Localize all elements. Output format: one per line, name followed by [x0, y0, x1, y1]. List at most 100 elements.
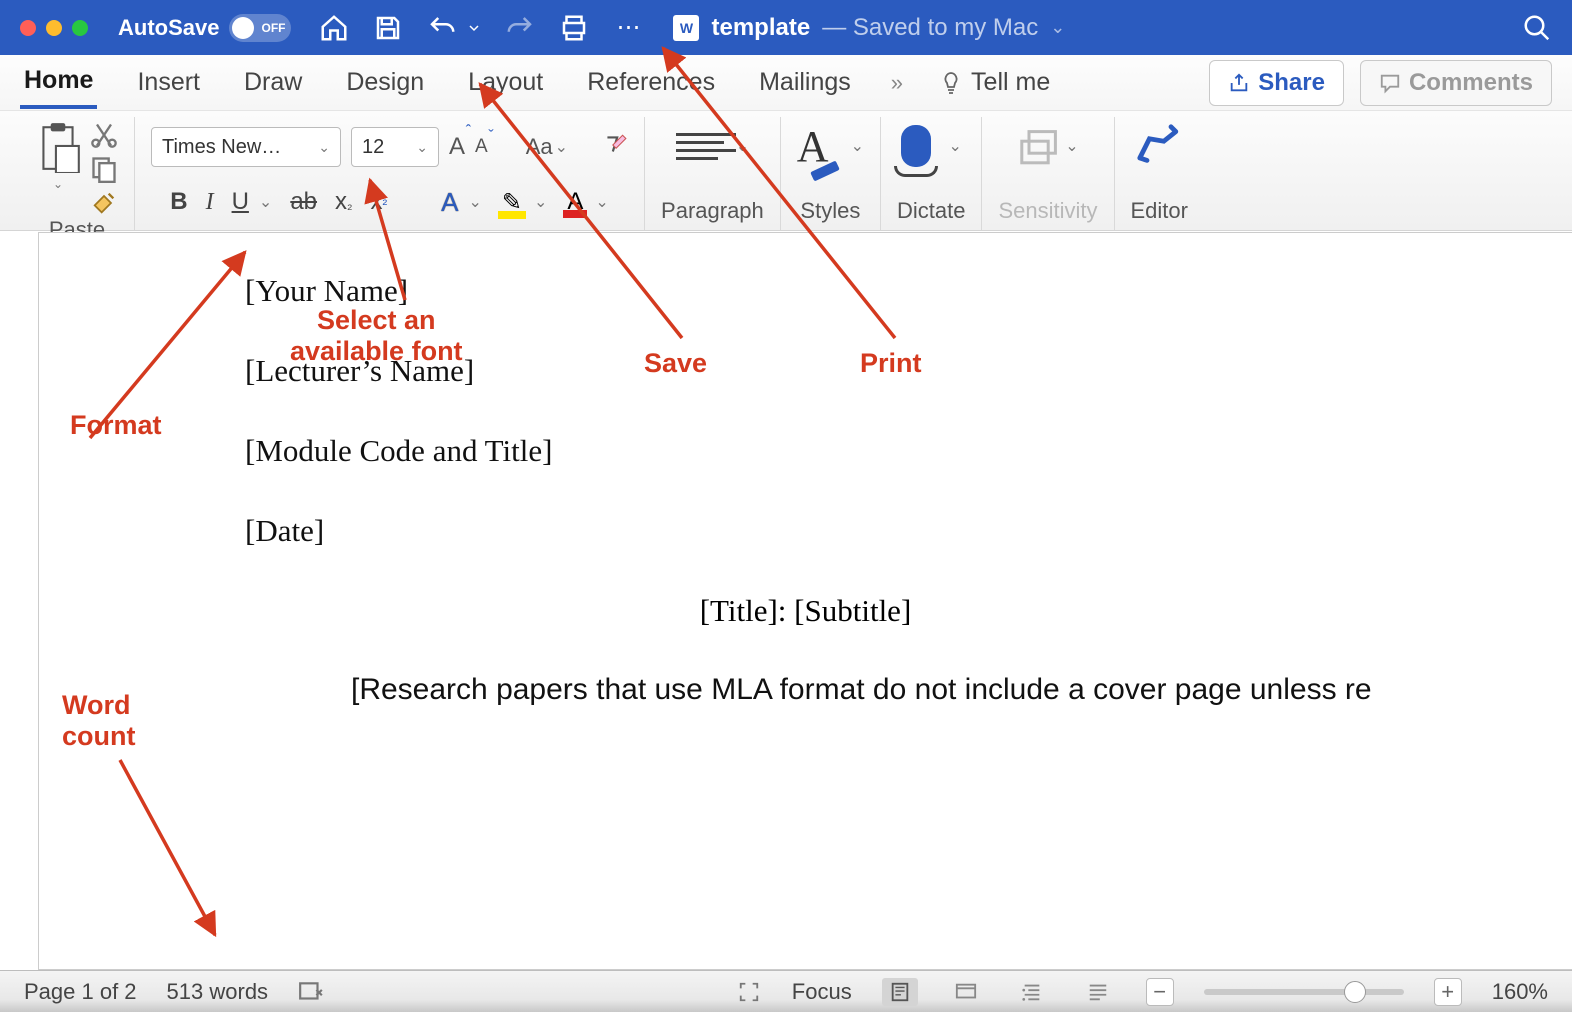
styles-icon[interactable]: A	[797, 121, 829, 172]
zoom-slider[interactable]	[1204, 989, 1404, 995]
print-layout-view-icon[interactable]	[882, 978, 918, 1006]
share-button[interactable]: Share	[1209, 60, 1344, 106]
draft-view-icon[interactable]	[1080, 978, 1116, 1006]
doc-body-line[interactable]: [Research papers that use MLA format do …	[245, 673, 1572, 707]
zoom-in-button[interactable]: +	[1434, 978, 1462, 1006]
save-icon[interactable]	[373, 13, 403, 43]
zoom-out-button[interactable]: −	[1146, 978, 1174, 1006]
tell-me-search[interactable]: Tell me	[939, 68, 1050, 97]
clear-formatting-icon[interactable]	[602, 132, 628, 163]
search-icon[interactable]	[1522, 13, 1552, 43]
more-icon[interactable]: ⋯	[613, 13, 643, 43]
doc-line[interactable]: [Lecturer’s Name]	[245, 353, 1572, 389]
page-indicator[interactable]: Page 1 of 2	[24, 979, 137, 1005]
tab-design[interactable]: Design	[342, 58, 428, 107]
document-canvas[interactable]: [Your Name] [Lecturer’s Name] [Module Co…	[38, 232, 1572, 970]
ribbon-tabs: Home Insert Draw Design Layout Reference…	[0, 55, 1572, 111]
chevron-down-icon[interactable]: ⌄	[595, 192, 608, 212]
chevron-down-icon[interactable]: ⌄	[851, 136, 864, 156]
superscript-button[interactable]: x	[370, 188, 387, 216]
web-layout-view-icon[interactable]	[948, 978, 984, 1006]
doc-title-line[interactable]: [Title]: [Subtitle]	[39, 593, 1572, 629]
format-painter-icon[interactable]	[90, 189, 118, 217]
chevron-down-icon[interactable]: ⌄	[259, 192, 272, 212]
autosave-toggle[interactable]: OFF	[229, 14, 291, 42]
chevron-down-icon[interactable]: ⌄	[468, 192, 481, 212]
print-icon[interactable]	[559, 13, 589, 43]
tell-me-label: Tell me	[971, 68, 1050, 97]
comments-button[interactable]: Comments	[1360, 60, 1552, 106]
font-group: Times New… ⌄ 12 ⌄ A A Aa ⌄ B I U ⌄ ab x …	[135, 117, 645, 230]
ribbon-content: ⌄ Paste Times New… ⌄ 12 ⌄ A A Aa ⌄	[0, 111, 1572, 231]
redo-icon[interactable]	[505, 13, 535, 43]
paragraph-icon[interactable]	[676, 124, 736, 168]
zoom-level[interactable]: 160%	[1492, 979, 1548, 1005]
chevron-down-icon[interactable]: ⌄	[1065, 136, 1078, 156]
autosave-label: AutoSave	[118, 15, 219, 41]
paragraph-group: ⌄ Paragraph	[645, 117, 781, 230]
chevron-down-icon[interactable]: ⌄	[949, 136, 962, 156]
text-effects-button[interactable]: A	[441, 187, 458, 218]
undo-icon[interactable]	[427, 13, 457, 43]
underline-button[interactable]: U	[232, 188, 249, 216]
sensitivity-icon[interactable]	[1017, 124, 1065, 168]
word-count[interactable]: 513 words	[167, 979, 269, 1005]
share-label: Share	[1258, 69, 1325, 97]
bold-button[interactable]: B	[170, 188, 187, 216]
zoom-knob[interactable]	[1344, 981, 1366, 1003]
cut-icon[interactable]	[90, 121, 118, 149]
chevron-down-icon: ⌄	[318, 139, 330, 156]
increase-font-icon[interactable]: A	[449, 133, 465, 161]
highlight-button[interactable]: ✎	[500, 188, 524, 217]
undo-dropdown-icon[interactable]	[467, 13, 481, 43]
styles-group: A ⌄ Styles	[781, 117, 881, 230]
italic-button[interactable]: I	[206, 189, 214, 216]
tabs-overflow-icon[interactable]: »	[891, 70, 903, 96]
editor-group: Editor	[1115, 117, 1204, 230]
focus-frame-icon[interactable]	[736, 979, 762, 1005]
clipboard-group: ⌄ Paste	[20, 117, 135, 230]
home-icon[interactable]	[319, 13, 349, 43]
dictate-label: Dictate	[897, 198, 965, 224]
font-name-select[interactable]: Times New… ⌄	[151, 127, 341, 167]
doc-line[interactable]: [Module Code and Title]	[245, 433, 1572, 469]
doc-line[interactable]: [Date]	[245, 513, 1572, 549]
decrease-font-icon[interactable]: A	[475, 136, 488, 158]
tab-mailings[interactable]: Mailings	[755, 58, 855, 107]
window-controls	[20, 20, 88, 36]
chevron-down-icon[interactable]: ⌄	[534, 192, 547, 212]
autosave-control[interactable]: AutoSave OFF	[118, 14, 291, 42]
doc-line[interactable]: [Your Name]	[245, 273, 1572, 309]
title-dropdown-icon[interactable]: ⌄	[1050, 17, 1065, 38]
strikethrough-button[interactable]: ab	[290, 188, 317, 216]
comments-label: Comments	[1409, 69, 1533, 97]
spelling-icon[interactable]	[298, 979, 324, 1005]
chevron-down-icon[interactable]: ⌄	[555, 137, 568, 157]
microphone-icon[interactable]	[901, 125, 931, 167]
copy-icon[interactable]	[90, 155, 118, 183]
chevron-down-icon[interactable]: ⌄	[736, 136, 749, 156]
close-window-icon[interactable]	[20, 20, 36, 36]
font-size-value: 12	[362, 136, 384, 159]
editor-icon[interactable]	[1135, 124, 1183, 168]
sensitivity-group: ⌄ Sensitivity	[982, 117, 1114, 230]
editor-label: Editor	[1131, 198, 1188, 224]
paste-icon[interactable]	[36, 121, 80, 173]
tab-home[interactable]: Home	[20, 56, 97, 109]
autosave-state: OFF	[261, 21, 285, 35]
tab-layout[interactable]: Layout	[464, 58, 547, 107]
font-name-value: Times New…	[162, 136, 281, 159]
focus-label[interactable]: Focus	[792, 979, 852, 1005]
font-color-button[interactable]: A	[565, 188, 585, 216]
paste-dropdown-icon[interactable]: ⌄	[53, 177, 63, 191]
change-case-button[interactable]: Aa	[526, 134, 553, 160]
outline-view-icon[interactable]	[1014, 978, 1050, 1006]
tab-insert[interactable]: Insert	[133, 58, 204, 107]
font-size-select[interactable]: 12 ⌄	[351, 127, 439, 167]
dictate-group: ⌄ Dictate	[881, 117, 982, 230]
tab-references[interactable]: References	[583, 58, 719, 107]
subscript-button[interactable]: x	[335, 188, 352, 216]
minimize-window-icon[interactable]	[46, 20, 62, 36]
tab-draw[interactable]: Draw	[240, 58, 306, 107]
maximize-window-icon[interactable]	[72, 20, 88, 36]
